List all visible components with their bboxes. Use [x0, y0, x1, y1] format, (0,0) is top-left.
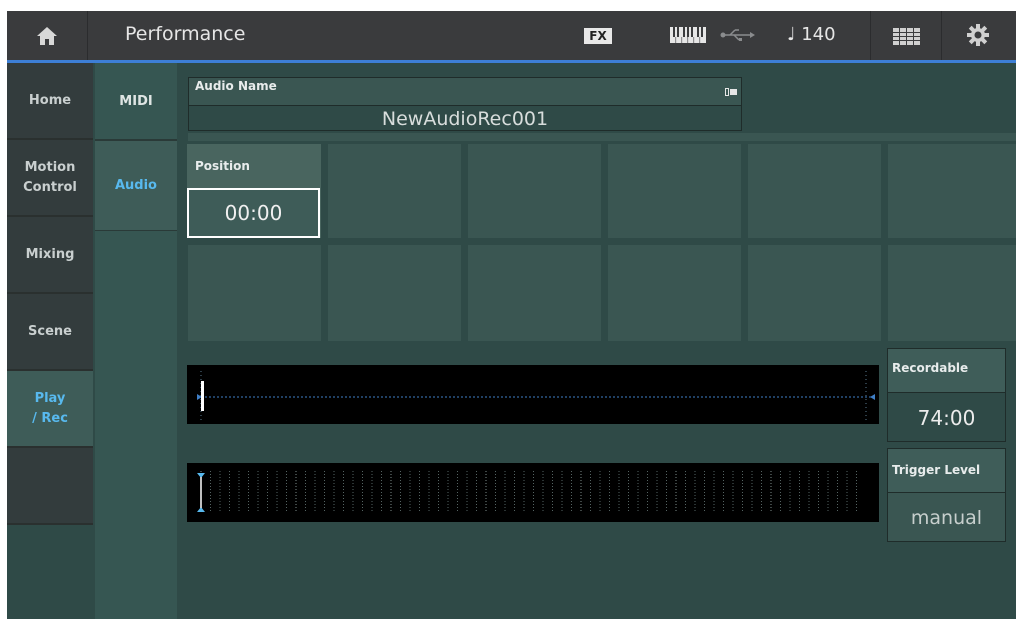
gear-icon[interactable]	[967, 24, 989, 50]
nav-motion-control-label: Motion Control	[23, 159, 77, 195]
text-edit-icon	[725, 81, 737, 100]
tab-audio[interactable]: Audio	[95, 141, 177, 231]
empty-cell	[608, 144, 741, 238]
nav-scene-label: Scene	[28, 323, 72, 339]
divider-band	[188, 133, 1016, 141]
position-meter[interactable]	[187, 365, 879, 424]
empty-cell	[749, 77, 1016, 131]
tab-midi[interactable]: MIDI	[95, 63, 177, 141]
empty-cell	[608, 245, 741, 341]
nav-home-label: Home	[28, 92, 72, 108]
empty-cell	[328, 245, 461, 341]
nav-home[interactable]: Home	[7, 63, 93, 140]
keyboard-icon[interactable]	[670, 27, 706, 47]
empty-cell	[328, 144, 461, 238]
empty-cell	[468, 144, 601, 238]
trigger-level-label: Trigger Level	[892, 463, 981, 477]
recordable-value: 74:00	[887, 392, 1006, 442]
grid-icon[interactable]	[893, 28, 921, 50]
nav-play-rec[interactable]: Play / Rec	[7, 371, 93, 448]
nav-mixing[interactable]: Mixing	[7, 217, 93, 294]
performance-screen: Performance FX ♩ 140 Home Motion Control…	[7, 11, 1016, 619]
recordable-label: Recordable	[892, 361, 969, 375]
tab-audio-label: Audio	[114, 178, 157, 193]
page-title: Performance	[125, 23, 246, 45]
empty-cell	[888, 245, 1016, 341]
tab-midi-label: MIDI	[119, 93, 153, 109]
empty-cell	[748, 144, 881, 238]
usb-icon	[720, 27, 756, 47]
fx-button[interactable]: FX	[584, 28, 612, 44]
home-button[interactable]	[7, 11, 87, 60]
empty-cell	[188, 245, 321, 341]
empty-cell	[748, 245, 881, 341]
nav-play-rec-label: Play / Rec	[32, 390, 68, 426]
audio-name-label: Audio Name	[195, 79, 277, 93]
empty-area	[877, 551, 1016, 619]
nav-empty[interactable]	[7, 448, 93, 525]
empty-cell	[888, 144, 1016, 238]
tempo-display[interactable]: ♩ 140	[787, 24, 836, 45]
top-bar: Performance FX ♩ 140	[7, 11, 1016, 60]
input-level-meter	[187, 463, 879, 522]
position-label: Position	[195, 159, 250, 173]
nav-mixing-label: Mixing	[25, 246, 75, 262]
nav-motion-control[interactable]: Motion Control	[7, 140, 93, 217]
trigger-level-value[interactable]: manual	[887, 492, 1006, 542]
nav-scene[interactable]: Scene	[7, 294, 93, 371]
home-icon	[37, 26, 57, 45]
position-value[interactable]: 00:00	[187, 188, 320, 238]
audio-name-value[interactable]: NewAudioRec001	[188, 105, 742, 131]
empty-cell	[468, 245, 601, 341]
